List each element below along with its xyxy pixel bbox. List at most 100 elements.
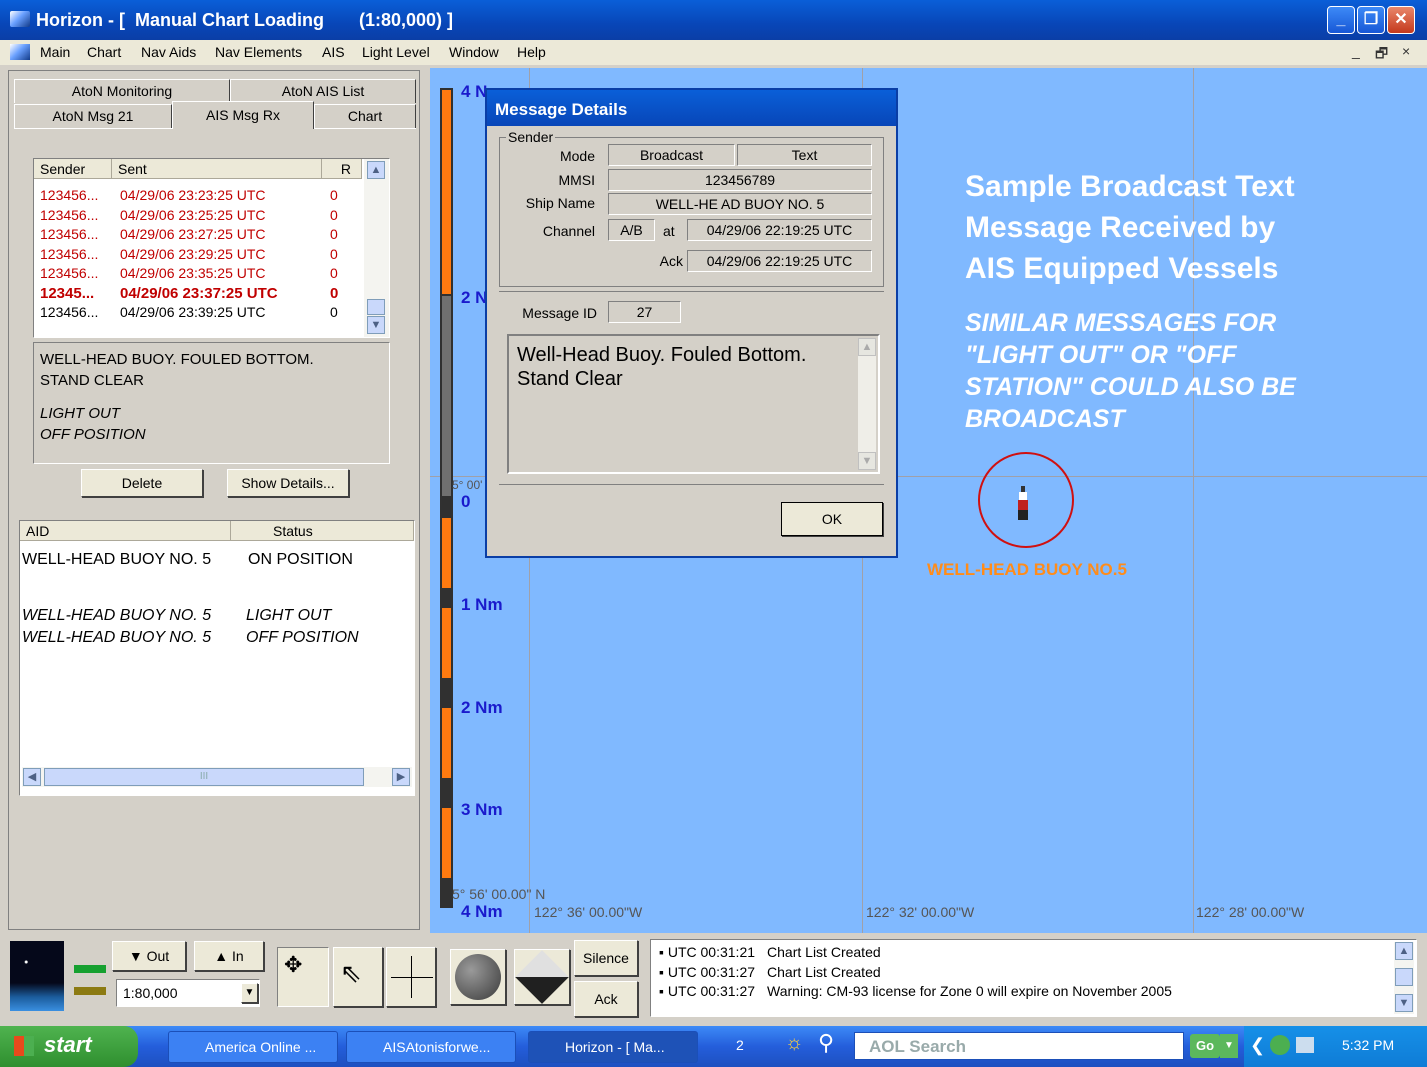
- crosshair-tool-button[interactable]: [386, 947, 436, 1007]
- event-log-scrollbar[interactable]: ▲ ▼: [1394, 942, 1414, 1014]
- tab-aton-ais-list[interactable]: AtoN AIS List: [230, 79, 416, 103]
- aid-status-list: AID Status WELL-HEAD BUOY NO. 5 ON POSITI…: [19, 520, 415, 796]
- menu-ais[interactable]: AIS: [322, 44, 345, 60]
- dialog-titlebar[interactable]: Message Details: [487, 90, 896, 126]
- scale-select[interactable]: 1:80,000 ▼: [116, 979, 260, 1007]
- scroll-up-icon[interactable]: ▲: [367, 161, 385, 179]
- col-aid[interactable]: AID: [20, 521, 231, 541]
- tray-monitor-icon[interactable]: [1296, 1037, 1314, 1053]
- scroll-left-icon[interactable]: ◀: [23, 768, 41, 786]
- col-sent[interactable]: Sent: [112, 159, 322, 179]
- go-button[interactable]: Go: [1190, 1034, 1220, 1058]
- mmsi-value: 123456789: [608, 169, 872, 191]
- delete-button[interactable]: Delete: [81, 469, 203, 497]
- zoom-out-label: Out: [146, 948, 170, 964]
- aol-search-input[interactable]: AOL Search: [854, 1032, 1184, 1060]
- aid-row[interactable]: WELL-HEAD BUOY NO. 5 ON POSITION: [22, 551, 412, 571]
- scroll-thumb[interactable]: [1395, 968, 1413, 986]
- tab-aton-msg-21[interactable]: AtoN Msg 21: [14, 104, 172, 128]
- aid-hscrollbar[interactable]: ◀ III ▶: [22, 767, 412, 787]
- silence-button[interactable]: Silence: [574, 940, 638, 976]
- chevron-down-icon[interactable]: ▼: [1220, 1034, 1238, 1058]
- tray-network-icon[interactable]: [1270, 1035, 1290, 1055]
- col-status[interactable]: Status: [231, 521, 414, 541]
- menu-nav-elements[interactable]: Nav Elements: [215, 44, 302, 60]
- query-tool-button[interactable]: ⇖: [333, 947, 383, 1007]
- mdi-document-icon[interactable]: [10, 44, 30, 60]
- dialog-message-box[interactable]: Well-Head Buoy. Fouled Bottom. Stand Cle…: [507, 334, 880, 474]
- show-details-button[interactable]: Show Details...: [227, 469, 349, 497]
- scale-label-3nm: 3 Nm: [461, 800, 503, 819]
- tab-aton-monitoring[interactable]: AtoN Monitoring: [14, 79, 230, 103]
- mdi-restore-button[interactable]: 🗗: [1375, 43, 1388, 67]
- message-text-line1: WELL-HEAD BUOY. FOULED BOTTOM.: [40, 351, 314, 368]
- task-horizon[interactable]: Horizon - [ Ma...: [528, 1031, 698, 1063]
- menu-main[interactable]: Main: [40, 44, 70, 60]
- scroll-down-icon[interactable]: ▼: [1395, 994, 1413, 1012]
- dialog-message-scrollbar[interactable]: ▲ ▼: [858, 338, 876, 470]
- aid-row[interactable]: WELL-HEAD BUOY NO. 5 OFF POSITION: [22, 629, 412, 649]
- message-row[interactable]: 12345... 04/29/06 23:37:25 UTC 0: [40, 285, 360, 304]
- scroll-up-icon[interactable]: ▲: [1395, 942, 1413, 960]
- tray-back-icon[interactable]: ❮: [1250, 1035, 1265, 1056]
- tab-ais-msg-rx[interactable]: AIS Msg Rx: [172, 101, 314, 129]
- message-cell-sender: 123456...: [40, 187, 99, 203]
- aid-status: ON POSITION: [248, 551, 353, 568]
- message-row[interactable]: 123456... 04/29/06 23:23:25 UTC 0: [40, 187, 360, 206]
- menu-bar: Main Chart Nav Aids Nav Elements AIS Lig…: [0, 40, 1427, 65]
- record-button[interactable]: [450, 949, 506, 1005]
- start-button[interactable]: start: [0, 1026, 138, 1067]
- scroll-down-icon[interactable]: ▼: [367, 316, 385, 334]
- message-row[interactable]: 123456... 04/29/06 23:39:25 UTC 0: [40, 304, 360, 323]
- message-text-line3: LIGHT OUT: [40, 405, 121, 422]
- ok-button[interactable]: OK: [781, 502, 883, 536]
- aol-search-placeholder: AOL Search: [869, 1037, 967, 1056]
- aid-row[interactable]: WELL-HEAD BUOY NO. 5 LIGHT OUT: [22, 607, 412, 627]
- orientation-button[interactable]: [514, 949, 570, 1005]
- light-level-night-icon[interactable]: [10, 941, 64, 1011]
- menu-window[interactable]: Window: [449, 44, 499, 60]
- zoom-in-button[interactable]: ▲ In: [194, 941, 264, 971]
- bottom-toolbar: ▼ Out ▲ In 1:80,000 ▼ ✥ ⇖ Silence Ack ▪ …: [0, 935, 1427, 1020]
- restore-button[interactable]: ❐: [1357, 6, 1385, 34]
- ack-button[interactable]: Ack: [574, 981, 638, 1017]
- pan-tool-button[interactable]: ✥: [277, 947, 329, 1007]
- mdi-close-button[interactable]: ×: [1402, 43, 1410, 59]
- runner-icon[interactable]: ☼: [785, 1032, 803, 1055]
- menu-nav-aids[interactable]: Nav Aids: [141, 44, 196, 60]
- scroll-up-icon[interactable]: ▲: [858, 338, 876, 356]
- annotation-line3: AIS Equipped Vessels: [965, 252, 1279, 285]
- message-row[interactable]: 123456... 04/29/06 23:25:25 UTC 0: [40, 207, 360, 226]
- message-row[interactable]: 123456... 04/29/06 23:27:25 UTC 0: [40, 226, 360, 245]
- hscroll-thumb[interactable]: III: [44, 768, 364, 786]
- message-cell-sender: 12345...: [40, 284, 95, 302]
- chevron-down-icon[interactable]: ▼: [241, 983, 258, 1003]
- tab-chart[interactable]: Chart: [314, 104, 416, 128]
- minimize-button[interactable]: _: [1327, 6, 1355, 34]
- message-id-value: 27: [608, 301, 681, 323]
- zoom-out-button[interactable]: ▼ Out: [112, 941, 186, 971]
- task-america-online[interactable]: America Online ...: [168, 1031, 338, 1063]
- menu-light-level[interactable]: Light Level: [362, 44, 430, 60]
- bullet-icon: ▪: [659, 963, 668, 980]
- mdi-minimize-button[interactable]: _: [1352, 43, 1360, 59]
- message-list-scrollbar[interactable]: ▲ ▼: [364, 159, 389, 337]
- message-row[interactable]: 123456... 04/29/06 23:35:25 UTC 0: [40, 265, 360, 284]
- task-aisatonisforwe[interactable]: AISAtonisforwe...: [346, 1031, 516, 1063]
- search-icon[interactable]: ⚲: [818, 1030, 834, 1056]
- buoy-icon[interactable]: [1018, 486, 1028, 520]
- col-read[interactable]: R: [322, 159, 362, 179]
- tray-group-count[interactable]: 2: [736, 1037, 744, 1053]
- scroll-thumb[interactable]: [367, 299, 385, 315]
- message-id-label: Message ID: [522, 305, 597, 321]
- menu-chart[interactable]: Chart: [87, 44, 121, 60]
- ack-time: 04/29/06 22:19:25 UTC: [687, 250, 872, 272]
- close-button[interactable]: ✕: [1387, 6, 1415, 34]
- window-titlebar[interactable]: Horizon - [ Manual Chart Loading (1:80,0…: [0, 0, 1427, 40]
- scroll-down-icon[interactable]: ▼: [858, 452, 876, 470]
- menu-help[interactable]: Help: [517, 44, 546, 60]
- aid-status: LIGHT OUT: [246, 607, 332, 624]
- scroll-right-icon[interactable]: ▶: [392, 768, 410, 786]
- col-sender[interactable]: Sender: [34, 159, 112, 179]
- message-row[interactable]: 123456... 04/29/06 23:29:25 UTC 0: [40, 246, 360, 265]
